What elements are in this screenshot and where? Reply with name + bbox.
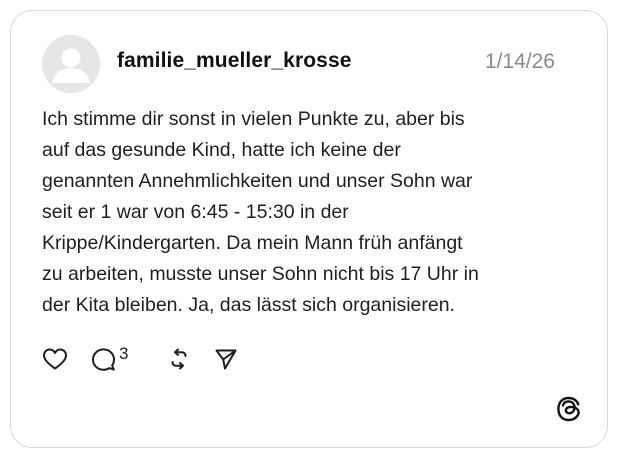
repost-icon xyxy=(171,348,187,370)
heart-icon xyxy=(43,348,67,370)
threads-logo-icon[interactable] xyxy=(555,395,583,423)
post-card: familie_mueller_krosse 1/14/26 Ich stimm… xyxy=(10,10,608,448)
share-button[interactable] xyxy=(214,345,238,373)
comment-bubble-icon xyxy=(92,347,115,371)
repost-button[interactable] xyxy=(167,345,191,373)
reply-count: 3 xyxy=(119,344,129,363)
post-date: 1/14/26 xyxy=(484,50,555,73)
send-icon xyxy=(215,349,237,370)
avatar[interactable] xyxy=(42,35,100,93)
username[interactable]: familie_mueller_krosse xyxy=(117,49,352,73)
default-avatar-icon xyxy=(42,35,100,93)
like-button[interactable] xyxy=(42,345,68,373)
post-text: Ich stimme dir sonst in vielen Punkte zu… xyxy=(42,108,479,316)
reply-button[interactable]: 3 xyxy=(91,344,129,373)
